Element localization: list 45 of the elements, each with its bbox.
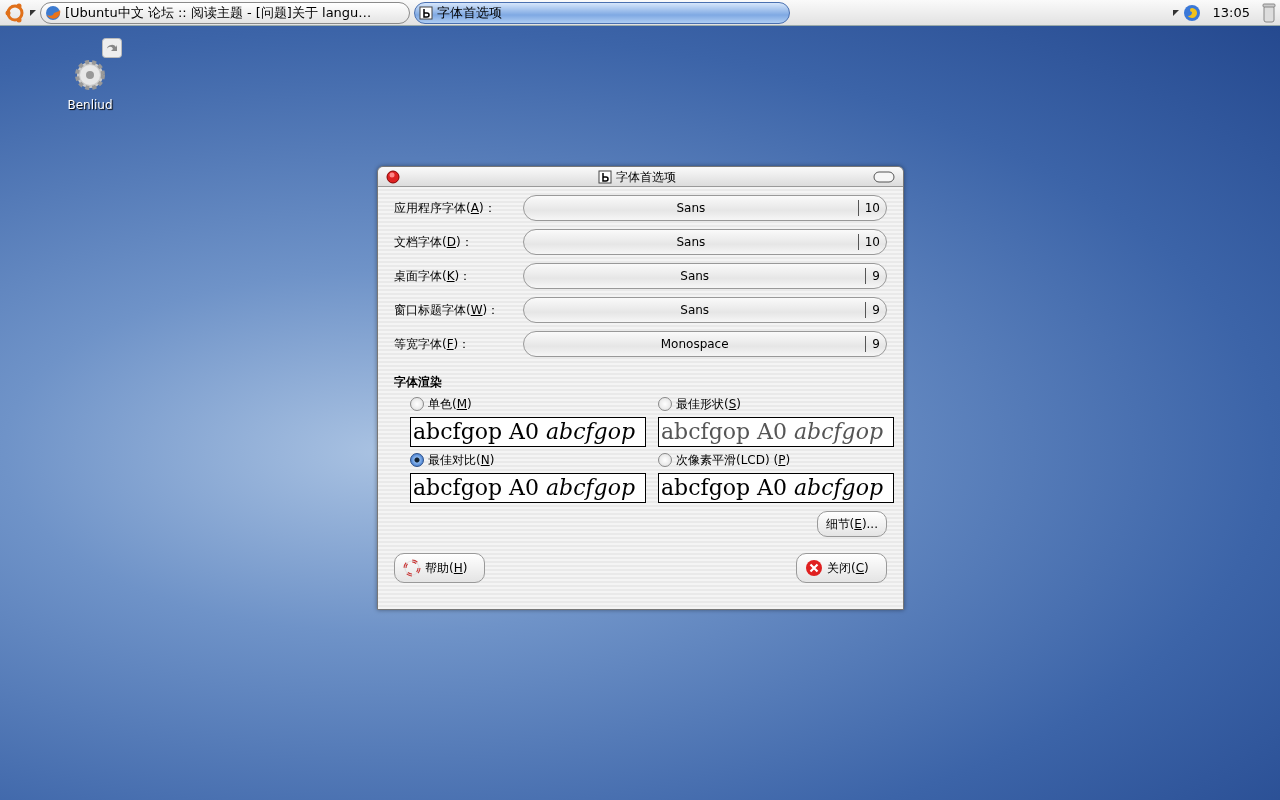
- radio-button[interactable]: [658, 397, 672, 411]
- icon-label: Benliud: [67, 97, 113, 114]
- gear-icon: [73, 58, 107, 92]
- font-chooser-button[interactable]: Sans 9: [523, 297, 887, 323]
- font-chooser-button[interactable]: Monospace 9: [523, 331, 887, 357]
- font-preview: abcfgop A0 abcfgop: [658, 417, 894, 447]
- font-chooser-button[interactable]: Sans 10: [523, 229, 887, 255]
- radio-option[interactable]: 最佳对比(N): [410, 451, 646, 469]
- help-button[interactable]: 帮助(H): [394, 553, 485, 583]
- logo-icon: [4, 1, 26, 24]
- field-label: 文档字体(D)：: [394, 234, 474, 251]
- lifebuoy-icon: [403, 559, 421, 577]
- radio-option[interactable]: 最佳形状(S): [658, 395, 894, 413]
- trash-icon: [1262, 2, 1276, 23]
- field-label: 等宽字体(F)：: [394, 336, 472, 353]
- radio-option[interactable]: 单色(M): [410, 395, 646, 413]
- close-button[interactable]: 关闭(C): [796, 553, 887, 583]
- font-icon: [419, 5, 433, 20]
- radio-button[interactable]: [658, 453, 672, 467]
- details-button[interactable]: 细节(E)...: [816, 511, 887, 537]
- font-chooser-button[interactable]: Sans 10: [523, 195, 887, 221]
- close-icon[interactable]: [386, 169, 400, 184]
- taskbar-button[interactable]: [Ubuntu中文 论坛 :: 阅读主题 - [问题]关于 langu…: [40, 1, 410, 24]
- field-label: 窗口标题字体(W)：: [394, 302, 501, 319]
- swirl-icon: [1182, 3, 1201, 22]
- radio-button[interactable]: [410, 453, 424, 467]
- font-icon: [597, 169, 612, 184]
- font-preview: abcfgop A0 abcfgop: [658, 473, 894, 503]
- section-heading: 字体渲染: [394, 374, 443, 391]
- shortcut-icon: [102, 38, 122, 58]
- field-label: 桌面字体(K)：: [394, 268, 473, 285]
- font-chooser-button[interactable]: Sans 9: [523, 263, 887, 289]
- field-label: 应用程序字体(A)：: [394, 200, 497, 217]
- globe-icon: [45, 4, 61, 21]
- window-title: 字体首选项: [615, 168, 676, 186]
- font-preview: abcfgop A0 abcfgop: [410, 417, 646, 447]
- shade-icon[interactable]: [873, 170, 895, 183]
- taskbar-button[interactable]: 字体首选项: [414, 1, 790, 24]
- font-preview: abcfgop A0 abcfgop: [410, 473, 646, 503]
- close-icon: [805, 559, 823, 577]
- arrow-icon: [30, 9, 36, 16]
- radio-button[interactable]: [410, 397, 424, 411]
- clock: 13:05: [1212, 3, 1250, 22]
- arrow-icon: [1172, 9, 1179, 16]
- radio-option[interactable]: 次像素平滑(LCD) (P): [658, 451, 894, 469]
